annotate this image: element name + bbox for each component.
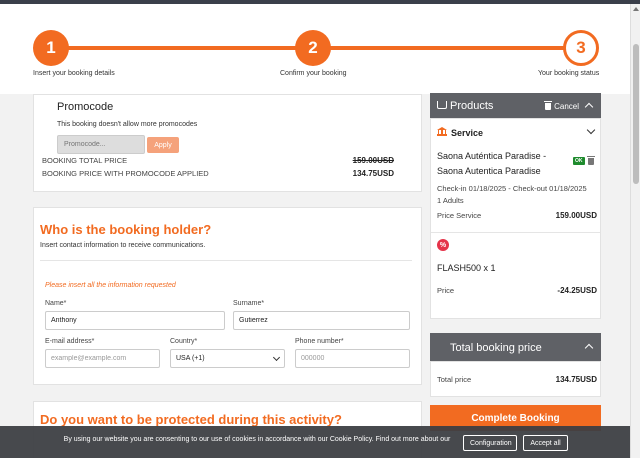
scroll-thumb[interactable]: [633, 44, 639, 184]
country-select[interactable]: USA (+1): [170, 349, 285, 368]
promo-price-row: BOOKING PRICE WITH PROMOCODE APPLIED 134…: [42, 169, 394, 178]
scroll-up-arrow[interactable]: [633, 7, 639, 11]
price-service-value: 159.00USD: [555, 211, 597, 220]
booking-page: 1 2 3 Insert your booking details Confir…: [0, 4, 630, 458]
cookie-accept-button[interactable]: Accept all: [523, 435, 568, 451]
country-select-value: USA (+1): [176, 355, 205, 362]
cancel-label: Cancel: [554, 102, 579, 111]
total-booking-header[interactable]: Total booking price: [430, 333, 601, 361]
price-service-label: Price Service: [437, 211, 482, 220]
cookie-banner: By using our website you are consenting …: [0, 426, 630, 458]
products-title: Products: [450, 100, 494, 112]
percent-icon: %: [437, 239, 449, 251]
step-3-circle: 3: [563, 30, 599, 66]
booking-total-value: 159.00USD: [352, 156, 394, 165]
apply-promocode-button[interactable]: Apply: [147, 137, 179, 153]
name-input[interactable]: [45, 311, 225, 330]
products-divider: [431, 232, 600, 233]
service-label: Service: [451, 128, 484, 138]
total-price-value: 134.75USD: [555, 375, 597, 384]
chevron-up-icon[interactable]: [584, 102, 594, 112]
name-label: Name*: [45, 300, 67, 307]
promocode-card: Promocode This booking doesn't allow mor…: [33, 94, 422, 192]
chevron-down-icon[interactable]: [586, 125, 596, 135]
products-body: Service Saona Auténtica Paradise - Saona…: [430, 118, 601, 319]
discount-price-row: Price -24.25USD: [437, 286, 597, 295]
booking-holder-card: Who is the booking holder? Insert contac…: [33, 207, 422, 385]
holder-subtitle: Insert contact information to receive co…: [40, 242, 206, 249]
product-name-line1: Saona Auténtica Paradise -: [437, 151, 547, 161]
promocode-note: This booking doesn't allow more promocod…: [57, 121, 198, 128]
page-scrollbar[interactable]: [630, 4, 640, 458]
ok-badge: OK: [573, 157, 585, 165]
product-adults: 1 Adults: [437, 196, 464, 205]
promo-price-value: 134.75USD: [352, 169, 394, 178]
promocode-input[interactable]: [57, 135, 145, 154]
phone-label: Phone number*: [295, 338, 344, 345]
price-service-row: Price Service 159.00USD: [437, 211, 597, 220]
cookie-text: By using our website you are consenting …: [63, 436, 451, 443]
promo-price-label: BOOKING PRICE WITH PROMOCODE APPLIED: [42, 169, 209, 178]
products-header[interactable]: Products Cancel: [430, 93, 601, 118]
email-label: E-mail address*: [45, 338, 95, 345]
cancel-button[interactable]: Cancel: [544, 101, 579, 111]
bank-icon: [437, 127, 447, 136]
product-name-line2: Saona Autentica Paradise: [437, 166, 541, 176]
country-label: Country*: [170, 338, 198, 345]
trash-icon[interactable]: [587, 156, 595, 165]
surname-label: Surname*: [233, 300, 265, 307]
total-price-label: Total price: [437, 375, 472, 384]
protection-title: Do you want to be protected during this …: [40, 412, 342, 427]
surname-input[interactable]: [233, 311, 410, 330]
chevron-down-icon: [272, 353, 281, 361]
step-2-circle: 2: [295, 30, 331, 66]
holder-warning: Please insert all the information reques…: [45, 282, 176, 289]
discount-price-value: -24.25USD: [557, 286, 597, 295]
trash-icon: [544, 101, 553, 110]
email-input[interactable]: [45, 349, 160, 368]
booking-stepper: 1 2 3 Insert your booking details Confir…: [0, 4, 630, 94]
chevron-up-icon[interactable]: [584, 343, 594, 353]
booking-total-row: BOOKING TOTAL PRICE 159.00USD: [42, 156, 394, 165]
holder-title: Who is the booking holder?: [40, 222, 212, 237]
step-3-label: Your booking status: [538, 70, 600, 77]
cart-icon: [437, 101, 447, 109]
promocode-title: Promocode: [57, 101, 114, 113]
step-1-label: Insert your booking details: [33, 70, 115, 77]
product-dates: Check-in 01/18/2025 - Check-out 01/18/20…: [437, 184, 587, 193]
total-booking-body: Total price 134.75USD: [430, 361, 601, 397]
holder-divider: [40, 260, 412, 261]
phone-input[interactable]: [295, 349, 410, 368]
discount-name: FLASH500 x 1: [437, 263, 496, 273]
step-2-label: Confirm your booking: [280, 70, 347, 77]
total-price-row: Total price 134.75USD: [437, 375, 597, 384]
step-1-circle: 1: [33, 30, 69, 66]
discount-price-label: Price: [437, 286, 455, 295]
cookie-configuration-button[interactable]: Configuration: [463, 435, 517, 451]
total-booking-title: Total booking price: [450, 342, 542, 354]
booking-total-label: BOOKING TOTAL PRICE: [42, 156, 128, 165]
